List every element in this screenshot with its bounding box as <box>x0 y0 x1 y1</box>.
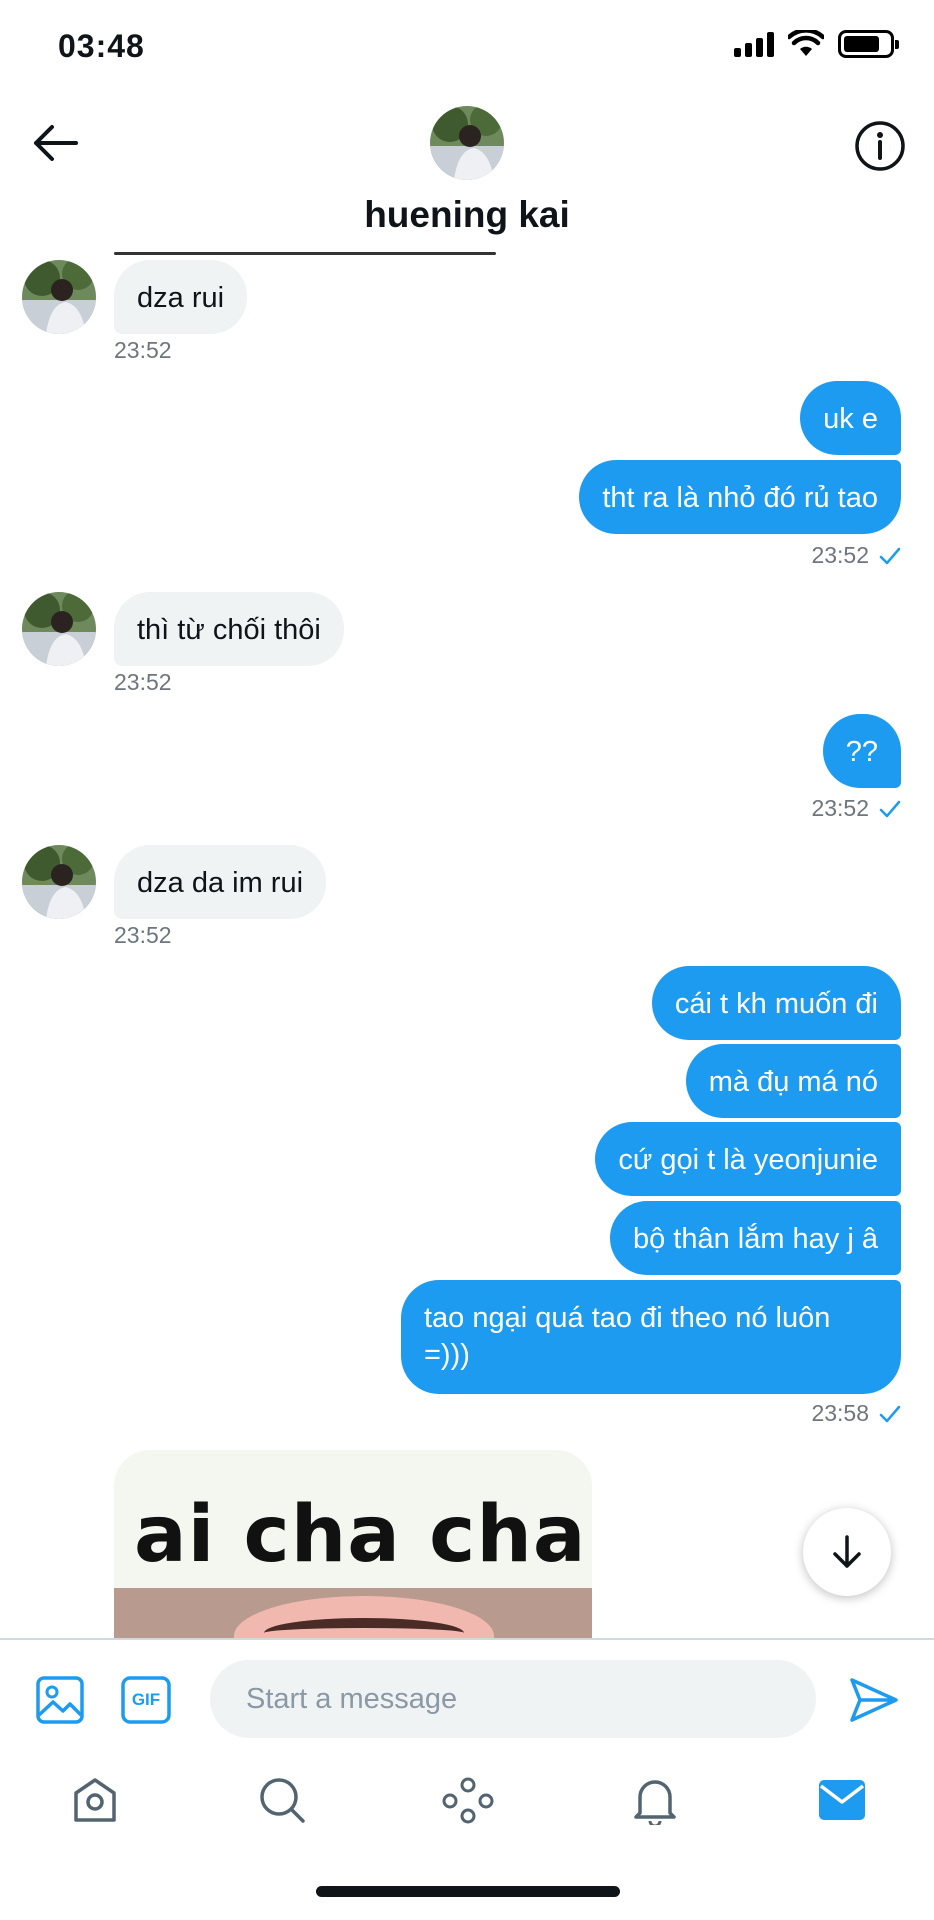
timestamp-text: 23:52 <box>811 795 869 821</box>
sent-check-icon <box>879 547 901 564</box>
tab-search[interactable] <box>252 1770 312 1830</box>
sender-avatar[interactable] <box>22 592 96 666</box>
conversation-header: huening kai <box>0 96 934 246</box>
incoming-message-bubble[interactable]: dza da im rui <box>114 845 327 919</box>
image-caption-text: ai cha cha <box>134 1490 587 1580</box>
send-icon <box>850 1678 898 1722</box>
incoming-message-bubble[interactable]: dza rui <box>114 260 248 334</box>
add-photo-button[interactable] <box>32 1672 88 1728</box>
add-gif-button[interactable]: GIF <box>118 1672 174 1728</box>
sender-avatar[interactable] <box>22 260 96 334</box>
status-bar: 03:48 <box>0 0 934 96</box>
message-timestamp: 23:52 <box>114 922 172 948</box>
message-timestamp: 23:52 <box>114 669 172 695</box>
sender-avatar[interactable] <box>22 845 96 919</box>
outgoing-message-bubble[interactable]: cứ gọi t là yeonjunie <box>595 1122 901 1196</box>
outgoing-message-bubble[interactable]: cái t kh muốn đi <box>651 966 901 1040</box>
message-timestamp: 23:52 <box>811 542 901 569</box>
avatar-photo <box>22 845 96 919</box>
previous-media-edge <box>114 252 496 255</box>
tab-notifications[interactable] <box>625 1770 685 1830</box>
incoming-image-message[interactable]: ai cha cha <box>114 1450 592 1640</box>
gif-label: GIF <box>131 1690 161 1709</box>
home-indicator <box>316 1886 620 1897</box>
arrow-left-icon <box>34 125 78 161</box>
image-face-crop <box>114 1588 592 1640</box>
cellular-signal-icon <box>734 31 774 57</box>
spaces-icon <box>442 1777 494 1824</box>
message-timestamp: 23:52 <box>811 795 901 822</box>
info-icon <box>855 121 905 171</box>
envelope-icon <box>819 1780 865 1820</box>
avatar-photo <box>22 260 96 334</box>
timestamp-text: 23:52 <box>811 542 869 568</box>
arrow-down-icon <box>833 1535 861 1568</box>
outgoing-message-bubble[interactable]: uk e <box>800 381 901 455</box>
bell-icon <box>634 1780 676 1825</box>
tab-spaces[interactable] <box>438 1770 498 1830</box>
bottom-tab-bar <box>0 1758 934 1868</box>
tab-messages[interactable] <box>812 1770 872 1830</box>
contact-name[interactable]: huening kai <box>0 194 934 236</box>
contact-avatar[interactable] <box>430 106 504 180</box>
send-button[interactable] <box>848 1674 900 1726</box>
timestamp-text: 23:58 <box>811 1400 869 1426</box>
sent-check-icon <box>879 800 901 817</box>
home-icon <box>74 1778 116 1822</box>
battery-icon <box>838 30 899 58</box>
wifi-icon <box>788 30 824 56</box>
message-input[interactable] <box>210 1660 816 1738</box>
conversation-info-button[interactable] <box>852 118 908 174</box>
outgoing-message-bubble[interactable]: tht ra là nhỏ đó rủ tao <box>579 460 901 534</box>
search-icon <box>260 1778 305 1823</box>
outgoing-message-bubble[interactable]: bộ thân lắm hay j â <box>609 1201 901 1275</box>
message-composer: GIF <box>0 1638 934 1756</box>
outgoing-message-bubble[interactable]: mà đụ má nó <box>685 1044 901 1118</box>
tab-home[interactable] <box>65 1770 125 1830</box>
sent-check-icon <box>879 1405 901 1422</box>
scroll-to-bottom-button[interactable] <box>803 1508 891 1596</box>
status-time: 03:48 <box>58 28 145 64</box>
dm-conversation-screen: 03:48 huening kai dza rui 23:52 uk e tht… <box>0 0 934 1920</box>
message-timestamp: 23:58 <box>811 1400 901 1427</box>
status-icons <box>734 30 899 58</box>
message-timestamp: 23:52 <box>114 337 172 363</box>
outgoing-message-bubble[interactable]: ?? <box>822 714 901 788</box>
image-icon <box>36 1676 84 1724</box>
back-button[interactable] <box>30 118 80 168</box>
avatar-photo <box>22 592 96 666</box>
outgoing-message-bubble[interactable]: tao ngại quá tao đi theo nó luôn =))) <box>401 1280 901 1394</box>
incoming-message-bubble[interactable]: thì từ chối thôi <box>114 592 344 666</box>
avatar-photo <box>430 106 504 180</box>
